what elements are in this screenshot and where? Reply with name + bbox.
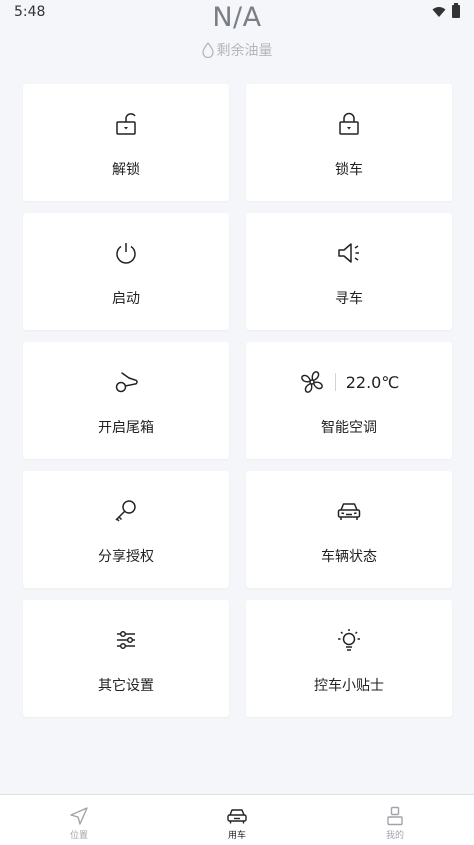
start-button[interactable]: 启动 <box>23 213 229 330</box>
lock-icon <box>339 112 359 135</box>
speaker-icon <box>338 243 359 263</box>
share-button[interactable]: 分享授权 <box>23 471 229 588</box>
key-icon <box>115 500 136 522</box>
ac-temperature: 22.0℃ <box>345 372 400 392</box>
navigation-arrow-icon <box>70 806 88 825</box>
control-grid: 解锁 锁车 启动 寻车 开启尾箱 22.0℃ 智能空调 分享授权 车辆状态 其它… <box>23 84 452 717</box>
vehicle-status-label: 车辆状态 <box>321 549 377 565</box>
car-icon <box>227 808 247 823</box>
ac-divider <box>334 373 336 391</box>
unlock-icon <box>116 113 136 135</box>
start-label: 启动 <box>112 291 140 307</box>
sliders-icon <box>117 630 135 650</box>
tab-location-label: 位置 <box>69 830 88 841</box>
unlock-button[interactable]: 解锁 <box>23 84 229 201</box>
find-car-label: 寻车 <box>335 291 363 307</box>
trunk-button[interactable]: 开启尾箱 <box>23 342 229 459</box>
lightbulb-icon <box>338 629 360 651</box>
bottom-tab-bar: 位置 用车 我的 <box>0 794 474 845</box>
tab-location[interactable]: 位置 <box>0 795 158 845</box>
trunk-label: 开启尾箱 <box>98 420 154 436</box>
tab-use-car[interactable]: 用车 <box>158 795 316 845</box>
other-settings-label: 其它设置 <box>98 678 154 694</box>
trunk-icon <box>115 372 138 393</box>
fuel-label: 剩余油量 <box>216 43 273 59</box>
fuel-drop-icon <box>201 42 214 58</box>
unlock-label: 解锁 <box>112 162 140 178</box>
fan-icon <box>300 371 323 393</box>
fuel-value: N/A <box>212 2 262 33</box>
tab-mine[interactable]: 我的 <box>316 795 474 845</box>
ac-button[interactable]: 22.0℃ 智能空调 <box>246 342 452 459</box>
fuel-label-row: 剩余油量 <box>0 40 474 60</box>
tab-mine-label: 我的 <box>385 830 404 841</box>
person-icon <box>387 806 403 825</box>
tips-label: 控车小贴士 <box>314 678 384 694</box>
vehicle-status-button[interactable]: 车辆状态 <box>246 471 452 588</box>
tips-button[interactable]: 控车小贴士 <box>246 600 452 717</box>
power-icon <box>116 243 136 264</box>
lock-button[interactable]: 锁车 <box>246 84 452 201</box>
tab-use-car-label: 用车 <box>227 830 246 841</box>
find-car-button[interactable]: 寻车 <box>246 213 452 330</box>
car-icon <box>337 503 361 520</box>
other-settings-button[interactable]: 其它设置 <box>23 600 229 717</box>
lock-label: 锁车 <box>335 162 363 178</box>
share-label: 分享授权 <box>98 549 154 565</box>
ac-label: 智能空调 <box>321 420 377 436</box>
